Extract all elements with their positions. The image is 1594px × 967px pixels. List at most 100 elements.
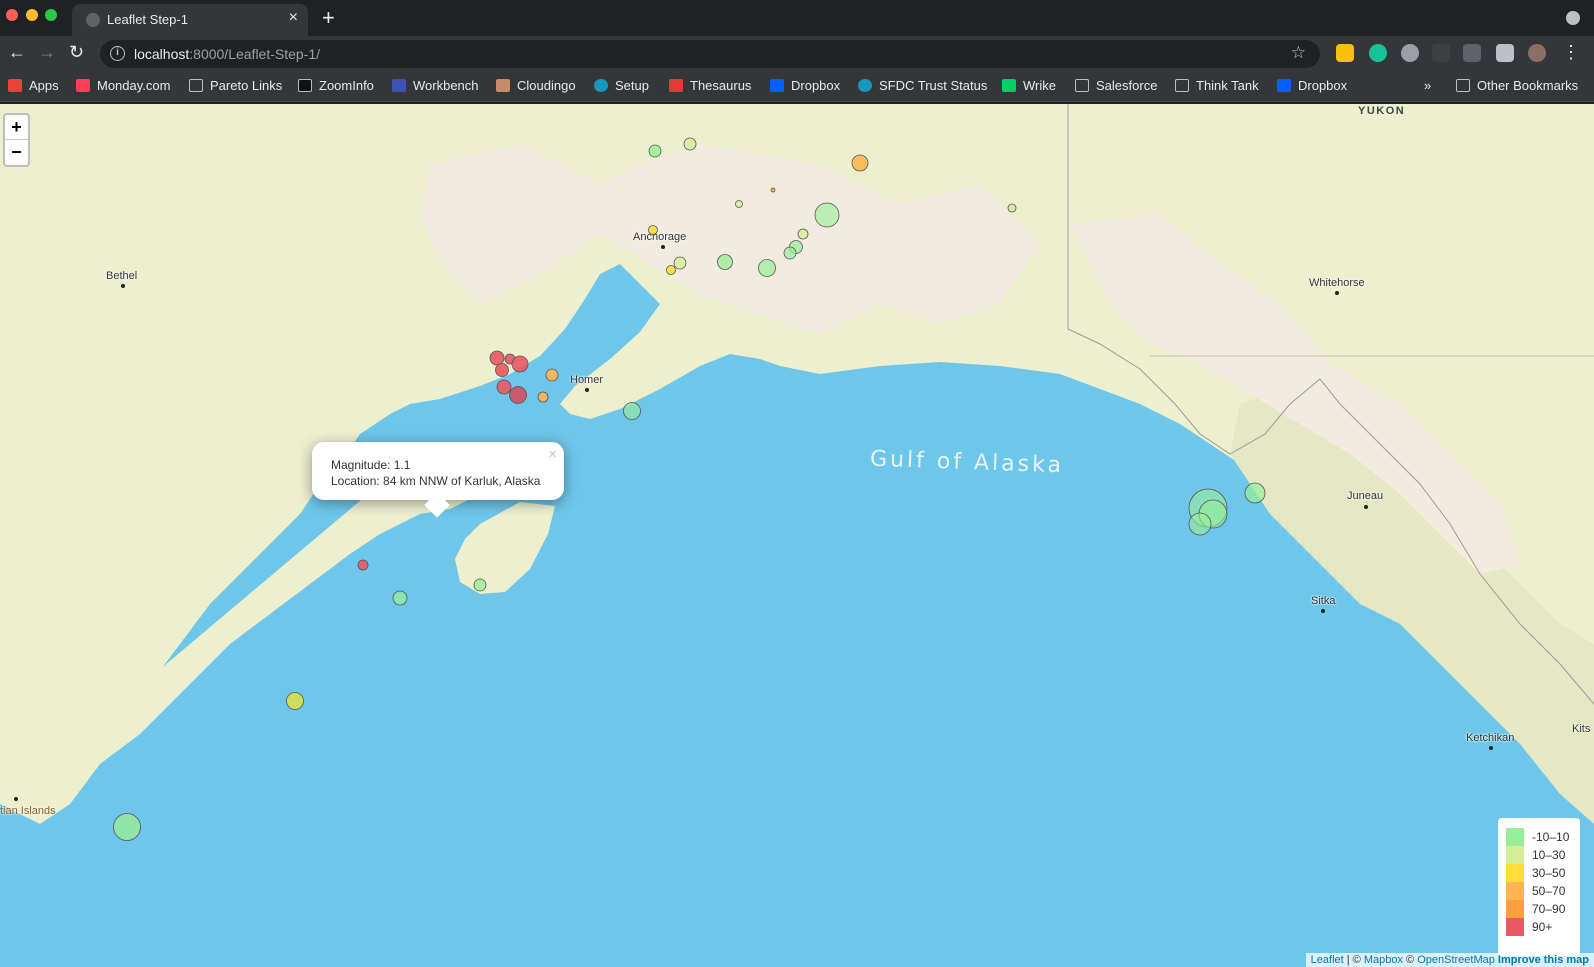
earthquake-marker[interactable] — [473, 578, 487, 592]
bookmark-thesaurus[interactable]: Thesaurus — [669, 78, 751, 96]
bookmarks-overflow-button[interactable]: » — [1424, 78, 1431, 96]
site-info-icon[interactable]: i — [110, 46, 125, 61]
popup-magnitude: Magnitude: 1.1 — [331, 458, 411, 472]
earthquake-marker[interactable] — [357, 559, 369, 571]
earthquake-marker[interactable] — [392, 590, 408, 606]
legend-label: 50–70 — [1532, 884, 1566, 898]
earthquake-marker[interactable] — [770, 187, 776, 193]
earthquake-marker[interactable] — [496, 379, 512, 395]
tab-close-button[interactable]: × — [289, 9, 298, 27]
active-tab[interactable]: Leaflet Step-1 × — [72, 4, 308, 36]
close-window-button[interactable] — [6, 9, 18, 21]
bookmark-label: Thesaurus — [690, 78, 752, 93]
forward-arrow-icon[interactable]: → — [38, 42, 56, 63]
earthquake-popup: Magnitude: 1.1 Location: 84 km NNW of Ka… — [312, 442, 564, 518]
reload-icon[interactable]: ↻ — [69, 42, 84, 63]
bookmark-pareto-links[interactable]: Pareto Links — [189, 78, 282, 96]
mapbox-link[interactable]: Mapbox — [1364, 954, 1403, 966]
earthquake-marker[interactable] — [797, 228, 809, 240]
earthquake-marker[interactable] — [1244, 482, 1266, 504]
bookmark-zoominfo[interactable]: ZoomInfo — [298, 78, 374, 96]
minimize-window-button[interactable] — [26, 9, 38, 21]
earthquake-marker[interactable] — [758, 259, 776, 277]
bookmark-wrike[interactable]: Wrike — [1002, 78, 1056, 96]
bookmark-label: Wrike — [1023, 78, 1056, 93]
bookmark-label: Setup — [615, 78, 649, 93]
chrome-menu-icon[interactable]: ⋮ — [1562, 42, 1580, 63]
bookmark-apps[interactable]: Apps — [8, 78, 59, 96]
earthquake-marker[interactable] — [717, 254, 733, 270]
bookmark-star-icon[interactable]: ☆ — [1291, 43, 1306, 63]
legend-label: 30–50 — [1532, 866, 1566, 880]
earthquake-marker[interactable] — [537, 391, 549, 403]
legend-swatch — [1506, 882, 1524, 900]
bookmark-dropbox[interactable]: Dropbox — [770, 78, 840, 96]
extension-eyedropper-icon[interactable] — [1463, 44, 1481, 62]
earthquake-marker[interactable] — [509, 386, 527, 404]
grammarly-icon[interactable] — [1369, 44, 1387, 62]
earthquake-marker[interactable] — [851, 154, 869, 172]
bookmark-label: ZoomInfo — [319, 78, 374, 93]
earthquake-marker[interactable] — [783, 246, 797, 260]
extension-toggle-icon[interactable] — [1401, 44, 1419, 62]
popup-close-button[interactable]: × — [548, 446, 557, 463]
bookmark-label: SFDC Trust Status — [879, 78, 988, 93]
legend-swatch — [1506, 864, 1524, 882]
earthquake-marker[interactable] — [814, 202, 840, 228]
address-bar[interactable]: i localhost:8000/Leaflet-Step-1/ ☆ — [100, 40, 1320, 68]
leaflet-map[interactable]: + − YUKON Bethel Anchorage Homer Whiteho… — [0, 104, 1594, 967]
legend-row: 30–50 — [1506, 864, 1572, 882]
bookmark-monday[interactable]: Monday.com — [76, 78, 170, 96]
folder-icon — [1175, 79, 1189, 92]
earthquake-marker[interactable] — [648, 144, 662, 158]
salesforce-cloud-icon — [858, 79, 872, 92]
earthquake-marker[interactable] — [286, 692, 304, 710]
leaflet-link[interactable]: Leaflet — [1311, 954, 1344, 966]
earthquake-marker[interactable] — [545, 368, 559, 382]
earthquake-marker[interactable] — [489, 350, 505, 366]
tab-search-icon[interactable] — [1566, 11, 1580, 25]
improve-map-link[interactable]: Improve this map — [1498, 954, 1589, 966]
extensions-puzzle-icon[interactable] — [1496, 44, 1514, 62]
bookmark-cloudingo[interactable]: Cloudingo — [496, 78, 576, 96]
dropbox-icon — [1277, 79, 1291, 92]
bookmark-think-tank[interactable]: Think Tank — [1175, 78, 1259, 96]
url-text[interactable]: localhost:8000/Leaflet-Step-1/ — [134, 46, 320, 62]
earthquake-marker[interactable] — [683, 137, 697, 151]
bookmark-workbench[interactable]: Workbench — [392, 78, 479, 96]
new-tab-button[interactable]: + — [322, 5, 335, 31]
legend-label: -10–10 — [1532, 830, 1570, 844]
apps-grid-icon — [8, 79, 22, 92]
legend-label: 90+ — [1532, 920, 1553, 934]
legend-label: 70–90 — [1532, 902, 1566, 916]
profile-avatar[interactable] — [1528, 44, 1546, 62]
earthquake-marker[interactable] — [1188, 512, 1212, 536]
bookmark-sfdc-trust-status[interactable]: SFDC Trust Status — [858, 78, 987, 96]
earthquake-marker[interactable] — [648, 225, 658, 235]
earthquake-marker[interactable] — [735, 200, 743, 208]
earthquake-marker[interactable] — [623, 402, 641, 420]
osm-link[interactable]: OpenStreetMap — [1417, 954, 1495, 966]
earthquake-marker[interactable] — [495, 363, 509, 377]
maximize-window-button[interactable] — [45, 9, 57, 21]
earthquake-marker[interactable] — [113, 813, 141, 841]
earthquake-marker[interactable] — [666, 265, 676, 275]
earthquake-marker[interactable] — [673, 256, 687, 270]
earthquake-marker[interactable] — [511, 355, 529, 373]
url-host: localhost — [134, 46, 190, 62]
bookmark-label: Pareto Links — [210, 78, 283, 93]
back-arrow-icon[interactable]: ← — [8, 42, 26, 63]
legend-row: 10–30 — [1506, 846, 1572, 864]
legend-row: 90+ — [1506, 918, 1572, 936]
legend-swatch — [1506, 918, 1524, 936]
legend-swatch — [1506, 828, 1524, 846]
bookmark-label: Monday.com — [97, 78, 171, 93]
extension-drive-icon[interactable] — [1432, 44, 1450, 62]
bookmark-salesforce[interactable]: Salesforce — [1075, 78, 1157, 96]
earthquake-marker[interactable] — [1007, 203, 1017, 213]
other-bookmarks[interactable]: Other Bookmarks — [1456, 78, 1578, 96]
bookmark-dropbox-2[interactable]: Dropbox — [1277, 78, 1347, 96]
map-attribution: Leaflet | © Mapbox © OpenStreetMap Impro… — [1305, 953, 1594, 967]
extension-notes-icon[interactable] — [1336, 44, 1354, 62]
bookmark-setup[interactable]: Setup — [594, 78, 649, 96]
